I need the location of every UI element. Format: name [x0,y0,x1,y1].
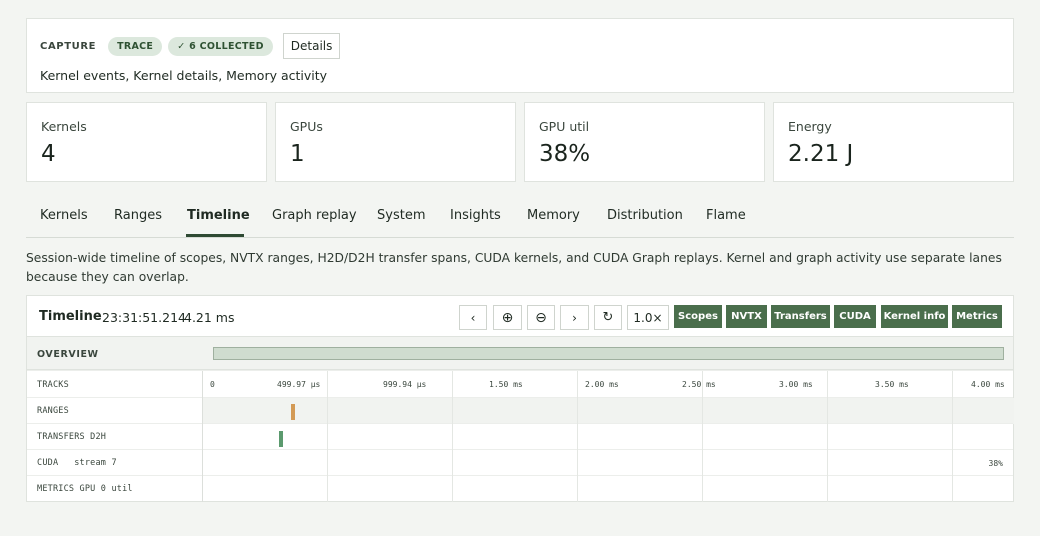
zoom-out-icon: ⊖ [535,309,547,326]
overview-brush[interactable] [213,347,1004,360]
timeline-duration: 4.21 ms [184,310,235,325]
tab-graph-replay[interactable]: Graph replay [272,208,357,223]
reset-zoom-button[interactable]: ↻ [594,305,622,330]
zoom-level-button[interactable]: 1.0× [627,305,669,330]
track-label-transfers: TRANSFERS D2H [37,432,107,442]
ranges-lane [202,398,1014,424]
timeline-panel: Timeline 23:31:51.214 4.21 ms ‹ ⊕ ⊖ › ↻ … [26,295,1014,502]
stat-value: 2.21 J [788,141,854,167]
active-tab-indicator [186,234,244,237]
chevron-left-icon: ‹ [470,310,476,325]
tab-ranges[interactable]: Ranges [114,208,162,223]
refresh-icon: ↻ [602,310,614,325]
tab-timeline[interactable]: Timeline [187,208,250,223]
tracks-label: TRACKS [37,380,69,390]
track-label-ranges: RANGES [37,406,69,416]
stat-label: GPUs [290,119,323,134]
stat-card-gpus: GPUs 1 [275,102,516,182]
axis-tick: 1.50 ms [489,380,523,389]
zoom-in-button[interactable]: ⊕ [493,305,522,330]
trace-badge: TRACE [108,36,163,56]
capture-description: Kernel events, Kernel details, Memory ac… [40,68,328,83]
tab-bar: Kernels Ranges Timeline Graph replay Sys… [26,196,1014,238]
track-label-metrics: METRICS GPU 0 util [37,484,133,494]
stat-card-energy: Energy 2.21 J [773,102,1014,182]
chevron-right-icon: › [572,310,577,325]
track-label-cuda: CUDA stream 7 [37,458,117,468]
stat-label: Kernels [41,119,87,134]
axis-tick: 2.50 ms [682,380,716,389]
stat-label: GPU util [539,119,590,134]
timeline-title: Timeline [39,309,102,324]
stat-card-gpu-util: GPU util 38% [524,102,765,182]
tab-kernels[interactable]: Kernels [40,208,88,223]
filter-transfers-button[interactable]: Transfers [771,305,830,328]
timeline-timestamp: 23:31:51.214 [102,310,186,325]
tab-system[interactable]: System [377,208,425,223]
transfer-event-mark[interactable] [279,431,283,447]
axis-tick: 2.00 ms [585,380,619,389]
axis-tick: 499.97 µs [277,380,321,389]
filter-metrics-button[interactable]: Metrics [952,305,1002,328]
capture-card: CAPTURE TRACE ✓ 6 COLLECTED Details Kern… [26,18,1014,93]
pan-left-button[interactable]: ‹ [459,305,487,330]
collected-badge: ✓ 6 COLLECTED [168,36,273,56]
zoom-in-icon: ⊕ [501,309,514,326]
axis-tick: 3.50 ms [875,380,909,389]
overview-label: OVERVIEW [37,349,99,360]
tab-distribution[interactable]: Distribution [607,208,683,223]
pan-right-button[interactable]: › [560,305,589,330]
axis-tick: 0 [210,380,215,389]
tab-insights[interactable]: Insights [450,208,501,223]
filter-scopes-button[interactable]: Scopes [674,305,722,328]
axis-tick: 999.94 µs [383,380,427,389]
timeline-description: Session-wide timeline of scopes, NVTX ra… [26,251,1002,284]
stat-value: 4 [41,141,56,167]
axis-tick: 4.00 ms [971,380,1005,389]
stat-value: 38% [539,141,591,167]
filter-kernel-info-button[interactable]: Kernel info [881,305,948,328]
filter-nvtx-button[interactable]: NVTX [726,305,767,328]
overview-row: OVERVIEW [27,337,1013,370]
cuda-util-readout: 38% [988,459,1003,468]
zoom-out-button[interactable]: ⊖ [527,305,555,330]
tab-memory[interactable]: Memory [527,208,580,223]
capture-label: CAPTURE [40,40,97,52]
details-button[interactable]: Details [282,33,341,59]
stat-card-kernels: Kernels 4 [26,102,267,182]
tab-flame[interactable]: Flame [706,208,746,223]
stat-label: Energy [788,119,832,134]
timeline-header: Timeline 23:31:51.214 4.21 ms ‹ ⊕ ⊖ › ↻ … [27,296,1013,337]
axis-tick: 3.00 ms [779,380,813,389]
filter-cuda-button[interactable]: CUDA [834,305,876,328]
stat-value: 1 [290,141,305,167]
range-event-mark[interactable] [291,404,295,420]
